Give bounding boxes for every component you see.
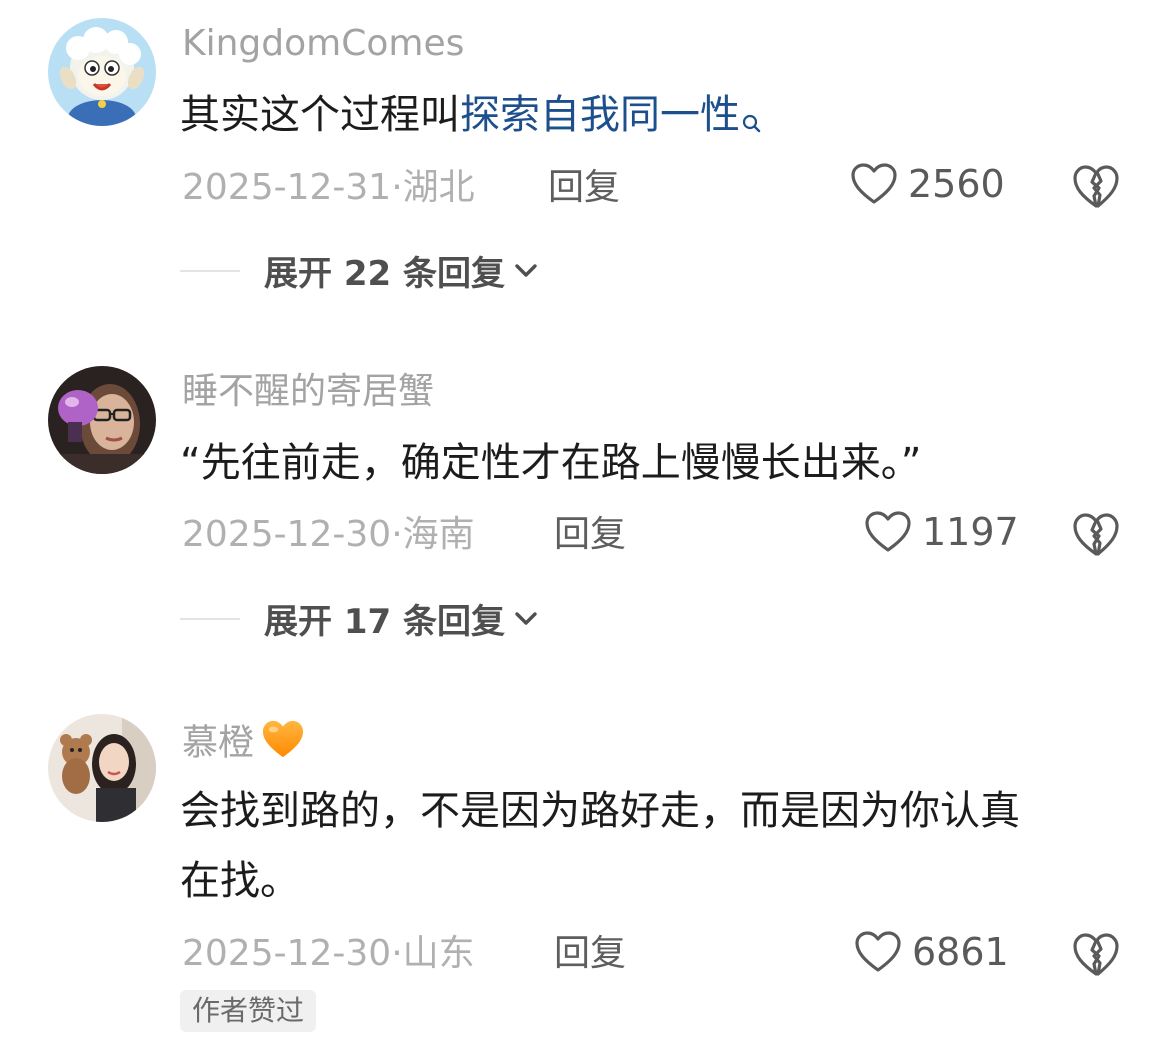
comment-text-prefix: 其实这个过程叫	[180, 92, 460, 138]
heart-outline-icon	[865, 511, 911, 552]
comment-username[interactable]: 睡不醒的寄居蟹	[182, 370, 434, 414]
reply-button[interactable]: 回复	[548, 166, 620, 210]
broken-heart-icon	[1073, 165, 1119, 208]
author-liked-badge: 作者赞过	[180, 990, 317, 1032]
chevron-down-icon	[515, 263, 537, 277]
expand-replies-label: 展开 22 条回复	[264, 254, 505, 294]
comment-meta: 2025-12-30·海南	[182, 513, 475, 557]
comment-date: 2025-12-30	[182, 933, 392, 974]
comment-username[interactable]: 慕橙	[182, 718, 306, 771]
avatar[interactable]	[48, 18, 156, 126]
expand-replies[interactable]: 展开 22 条回复	[180, 246, 539, 295]
comment-text: 会找到路的，不是因为路好走，而是因为你认真 在找。	[180, 776, 1020, 916]
orange-heart-emoji	[260, 718, 306, 771]
reply-button[interactable]: 回复	[554, 932, 626, 976]
comment-location: 海南	[402, 514, 475, 555]
broken-heart-icon	[1073, 933, 1119, 976]
expand-divider	[180, 617, 240, 620]
like-count: 2560	[908, 162, 1005, 206]
dislike-button[interactable]	[1072, 932, 1120, 982]
expand-replies-label: 展开 17 条回复	[264, 602, 505, 642]
comment-location: 山东	[402, 933, 475, 974]
like-button[interactable]: 1197	[864, 510, 1019, 554]
search-icon[interactable]	[742, 88, 762, 158]
woman-glasses-avatar-icon	[48, 366, 156, 474]
search-link[interactable]: 探索自我同一性	[460, 92, 740, 138]
heart-outline-icon	[855, 931, 901, 972]
avatar[interactable]	[48, 714, 156, 822]
expand-replies[interactable]: 展开 17 条回复	[180, 594, 539, 643]
comment-text-line1: 会找到路的，不是因为路好走，而是因为你认真	[180, 788, 1020, 834]
comment-meta: 2025-12-31·湖北	[182, 166, 475, 210]
expand-divider	[180, 269, 240, 272]
comment-date: 2025-12-31	[182, 167, 392, 208]
like-count: 1197	[922, 510, 1019, 554]
like-button[interactable]: 2560	[850, 162, 1005, 206]
avatar[interactable]	[48, 366, 156, 474]
comment-username-text: 慕橙	[182, 722, 255, 764]
woman-teddy-avatar-icon	[48, 714, 156, 822]
comment-username[interactable]: KingdomComes	[182, 22, 464, 66]
heart-outline-icon	[851, 163, 897, 204]
like-button[interactable]: 6861	[854, 930, 1009, 974]
reply-button[interactable]: 回复	[554, 513, 626, 557]
sheep-avatar-icon	[48, 18, 156, 126]
meta-dot: ·	[391, 167, 403, 208]
comment-text: “先往前走，确定性才在路上慢慢长出来。”	[180, 428, 921, 498]
comment-date: 2025-12-30	[182, 514, 392, 555]
comment-location: 湖北	[402, 167, 475, 208]
chevron-down-icon	[515, 611, 537, 625]
dislike-button[interactable]	[1072, 512, 1120, 562]
comment-text-line2: 在找。	[180, 858, 300, 904]
comment-text-prefix: “先往前走，确定性才在路上慢慢长出来。”	[180, 440, 922, 486]
comment-text: 其实这个过程叫探索自我同一性	[180, 80, 762, 158]
broken-heart-icon	[1073, 513, 1119, 556]
like-count: 6861	[912, 930, 1009, 974]
meta-dot: ·	[391, 514, 403, 555]
dislike-button[interactable]	[1072, 164, 1120, 214]
comment-meta: 2025-12-30·山东	[182, 932, 475, 976]
meta-dot: ·	[391, 933, 403, 974]
